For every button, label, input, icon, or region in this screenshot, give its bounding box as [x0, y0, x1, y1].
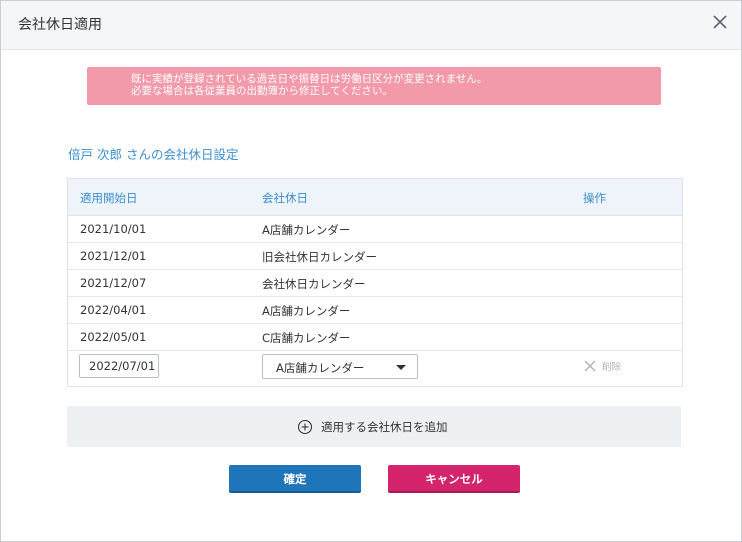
alert-line-2: 必要な場合は各従業員の出勤簿から修正してください。	[131, 85, 393, 97]
table-row: 2021/12/07 会社休日カレンダー	[68, 270, 682, 297]
table-row: 2022/04/01 A店舗カレンダー	[68, 297, 682, 324]
header-start-date: 適用開始日	[80, 191, 138, 205]
table-row: 2021/12/01 旧会社休日カレンダー	[68, 243, 682, 270]
start-date-input[interactable]	[79, 354, 159, 378]
close-button[interactable]	[709, 11, 731, 33]
warning-alert: 既に実績が登録されている過去日や振替日は労働日区分が変更されません。 必要な場合…	[87, 67, 661, 105]
table-row: 2021/10/01 A店舗カレンダー	[68, 216, 682, 243]
row-calendar: C店舗カレンダー	[262, 331, 351, 345]
close-icon	[713, 15, 727, 29]
delete-x-icon	[584, 360, 596, 372]
row-calendar: A店舗カレンダー	[262, 304, 351, 318]
row-start-date: 2021/10/01	[80, 222, 147, 236]
add-holiday-label: 適用する会社休日を追加	[321, 420, 448, 434]
alert-line-1: 既に実績が登録されている過去日や振替日は労働日区分が変更されません。	[131, 73, 488, 85]
cancel-button[interactable]: キャンセル	[388, 465, 520, 493]
chevron-down-icon	[396, 365, 406, 370]
section-title: 倍戸 次郎 さんの会社休日設定	[68, 147, 239, 162]
row-calendar: 旧会社休日カレンダー	[262, 250, 377, 264]
dialog-title: 会社休日適用	[18, 17, 102, 33]
calendar-select-value: A店舗カレンダー	[276, 361, 365, 375]
add-holiday-button[interactable]: 適用する会社休日を追加	[67, 406, 681, 447]
row-calendar: 会社休日カレンダー	[262, 277, 366, 291]
holiday-table: 適用開始日 会社休日 操作 2021/10/01 A店舗カレンダー 2021/1…	[67, 178, 683, 387]
row-start-date: 2022/05/01	[80, 330, 147, 344]
dialog-header: 会社休日適用	[1, 1, 741, 50]
row-start-date: 2021/12/01	[80, 249, 147, 263]
company-holiday-dialog: 会社休日適用 既に実績が登録されている過去日や振替日は労働日区分が変更されません…	[0, 0, 742, 542]
header-actions: 操作	[583, 191, 606, 205]
row-start-date: 2022/04/01	[80, 303, 147, 317]
row-start-date: 2021/12/07	[80, 276, 147, 290]
plus-circle-icon	[297, 419, 313, 435]
table-header: 適用開始日 会社休日 操作	[68, 179, 682, 216]
delete-button[interactable]: 削除	[583, 359, 621, 373]
delete-label: 削除	[602, 362, 622, 373]
row-calendar: A店舗カレンダー	[262, 223, 351, 237]
calendar-select[interactable]: A店舗カレンダー	[262, 354, 418, 379]
edit-row: A店舗カレンダー 削除	[68, 350, 682, 386]
header-calendar: 会社休日	[262, 191, 308, 205]
table-row: 2022/05/01 C店舗カレンダー	[68, 324, 682, 351]
confirm-button[interactable]: 確定	[229, 465, 361, 493]
